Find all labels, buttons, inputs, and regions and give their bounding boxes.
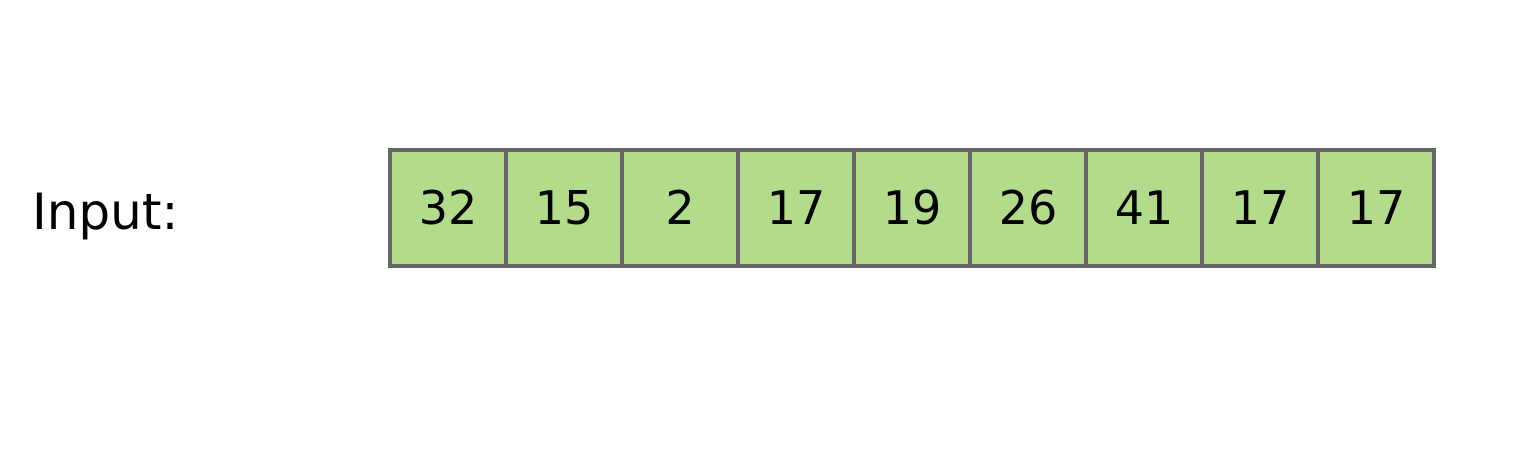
array-cell: 17 — [1316, 148, 1436, 268]
array-cell: 41 — [1084, 148, 1204, 268]
array-cell: 2 — [620, 148, 740, 268]
array-cell: 15 — [504, 148, 624, 268]
array-cell: 26 — [968, 148, 1088, 268]
input-label: Input: — [32, 183, 179, 241]
array-cell: 19 — [852, 148, 972, 268]
array-cell: 17 — [736, 148, 856, 268]
array-cell: 17 — [1200, 148, 1320, 268]
input-array: 32 15 2 17 19 26 41 17 17 — [388, 148, 1436, 274]
array-cell: 32 — [388, 148, 508, 268]
